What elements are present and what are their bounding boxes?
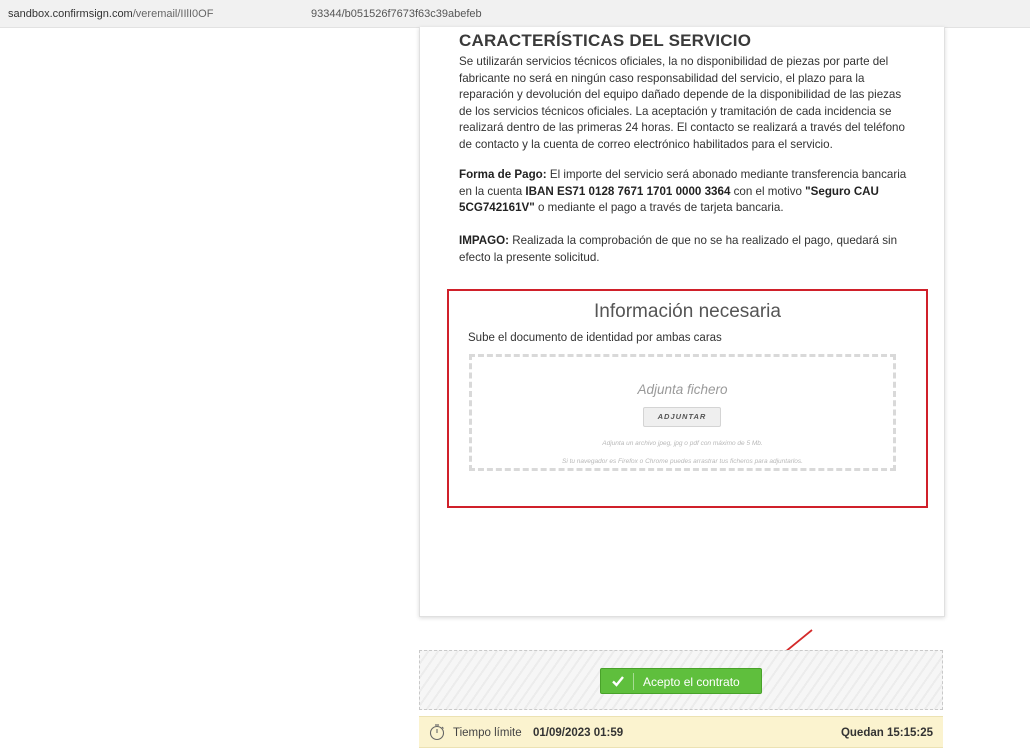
address-bar[interactable]: sandbox.confirmsign.com/veremail/IIlI0OF… [0, 0, 1030, 28]
dropzone-hint-drag: Si tu navegador es Firefox o Chrome pued… [562, 458, 803, 465]
info-title: Información necesaria [594, 301, 781, 322]
time-remaining: Quedan 15:15:25 [840, 727, 933, 739]
payment-iban: IBAN ES71 0128 7671 1701 0000 3364 [525, 184, 731, 198]
file-dropzone[interactable]: Adjunta fichero ADJUNTAR Adjunta un arch… [469, 354, 896, 471]
impago-paragraph: IMPAGO: Realizada la comprobación de que… [459, 233, 915, 266]
dropzone-hint-formats: Adjunta un archivo jpeg, jpg o pdf con m… [602, 440, 763, 447]
url-path: /veremail/IIlI0OF [132, 8, 214, 20]
impago-text: Realizada la comprobación de que no se h… [459, 234, 898, 264]
contract-document: CARACTERÍSTICAS DEL SERVICIO Se utilizar… [419, 27, 945, 617]
service-paragraph: Se utilizarán servicios técnicos oficial… [459, 55, 905, 151]
time-limit-bar: Tiempo límite 01/09/2023 01:59 Quedan 15… [419, 716, 943, 748]
url-host[interactable]: sandbox.confirmsign.com/veremail/IIlI0OF [8, 8, 213, 20]
payment-text-b: con el motivo [730, 184, 806, 198]
stopwatch-icon [429, 724, 445, 741]
impago-label: IMPAGO: [459, 234, 510, 247]
time-limit-label: Tiempo límite [453, 727, 522, 739]
payment-label: Forma de Pago: [459, 168, 547, 181]
payment-text-c: o mediante el pago a través de tarjeta b… [534, 201, 784, 215]
url-host-text: sandbox.confirmsign.com [8, 8, 133, 20]
button-separator [633, 673, 634, 690]
info-subtitle: Sube el documento de identidad por ambas… [468, 332, 722, 344]
dropzone-title: Adjunta fichero [637, 382, 728, 397]
payment-paragraph: Forma de Pago: El importe del servicio s… [459, 167, 915, 217]
check-icon [612, 676, 624, 687]
attach-button[interactable]: ADJUNTAR [643, 407, 721, 427]
deadline-date: 01/09/2023 01:59 [533, 727, 624, 739]
accept-button-label: Acepto el contrato [643, 675, 740, 689]
required-info-box: Información necesaria Sube el documento … [447, 289, 928, 508]
accept-contract-button[interactable]: Acepto el contrato [600, 668, 762, 694]
accept-bar: Acepto el contrato [419, 650, 943, 710]
section-heading: CARACTERÍSTICAS DEL SERVICIO [459, 31, 752, 50]
url-hash: 93344/b051526f7673f63c39abefeb [311, 8, 482, 20]
